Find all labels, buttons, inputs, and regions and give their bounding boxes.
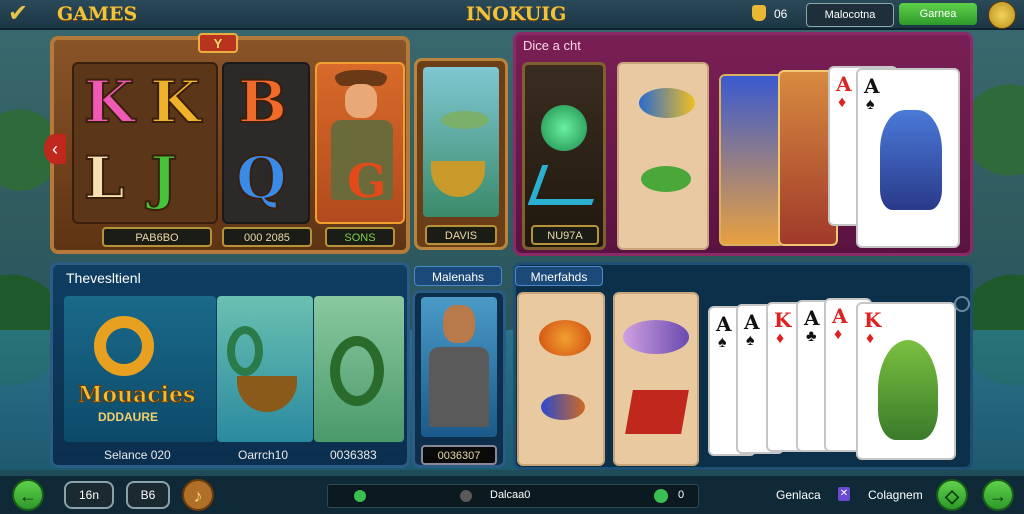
letter-reel-2: B Q <box>222 62 310 224</box>
slider-dot-left <box>354 490 366 502</box>
spade-icon: ♠ <box>746 332 755 349</box>
fishing-tile[interactable]: DAVIS <box>414 58 508 250</box>
letter-k2: K <box>149 68 201 136</box>
diamond-icon: ♦ <box>838 94 847 111</box>
caption-3: 0036383 <box>330 448 377 462</box>
purple-fish-icon <box>623 320 689 354</box>
blue-panel-title: Thevesltienl <box>66 270 141 286</box>
fish-icon <box>441 111 489 129</box>
portrait-header: Malenahs <box>414 266 502 286</box>
small-fish-icon <box>541 394 585 420</box>
card-rank: K <box>774 308 792 332</box>
deck-header: Mnerfahds <box>515 266 603 286</box>
coin-icon <box>752 5 766 21</box>
explorer-character-tile: G <box>315 62 405 224</box>
serpent-tile <box>314 296 404 442</box>
gem-icon <box>541 105 587 151</box>
orange-fish-icon <box>539 320 591 356</box>
progress-bar[interactable]: Dalcaa0 0 <box>327 484 699 508</box>
bottom-text-right[interactable]: Colagnem <box>868 488 923 502</box>
card-rank: A <box>832 304 848 328</box>
panel-badge: Y <box>198 33 238 53</box>
card-rank: A <box>864 74 880 98</box>
basket-icon <box>237 376 297 412</box>
fish-tile-beige <box>617 62 709 250</box>
letter-g-icon: G <box>347 154 387 208</box>
caption-2: Oarrch10 <box>238 448 289 462</box>
gold-coin-button[interactable]: ♪ <box>182 479 214 511</box>
diamond-icon: ♦ <box>866 330 875 347</box>
bottom-button-1[interactable]: 16n <box>64 481 114 509</box>
playing-card[interactable]: A ♠ <box>856 68 960 248</box>
slider-label: Dalcaa0 <box>490 489 531 501</box>
serpent-icon <box>330 336 384 406</box>
letter-q: Q <box>235 144 288 212</box>
card-rank: A <box>716 312 732 336</box>
diamond-icon: ♦ <box>834 326 843 343</box>
top-bar: ✔ GAMES INOKUIG 06 Malocotna Garnea <box>0 0 1024 30</box>
card-rank: A <box>744 310 760 334</box>
arrow-icon <box>527 165 607 205</box>
games-title[interactable]: GAMES <box>57 3 137 25</box>
spade-icon: ♠ <box>718 334 727 351</box>
back-arrow-icon[interactable]: ← <box>12 479 44 511</box>
fish-card <box>719 74 785 246</box>
forward-arrow-icon[interactable]: → <box>982 479 1014 511</box>
coin-count: 06 <box>774 7 788 21</box>
fish-tile-1 <box>517 292 605 466</box>
close-icon[interactable]: ✕ <box>838 487 850 501</box>
body-icon <box>429 347 489 427</box>
snake-icon <box>227 326 263 376</box>
card-rank: K <box>864 308 882 332</box>
emerald-tile: NU97A <box>522 62 607 250</box>
plate-3: SONS <box>325 227 395 247</box>
chevron-left-icon[interactable]: ‹ <box>44 134 66 164</box>
letter-k1: K <box>83 68 135 136</box>
face-icon <box>345 84 377 118</box>
letter-j: J <box>149 144 178 212</box>
settings-dot-icon[interactable] <box>954 296 970 312</box>
slider-value: 0 <box>678 489 685 501</box>
plate-2: 000 2085 <box>222 227 312 247</box>
plate-emerald: NU97A <box>531 225 599 245</box>
logo-subtext: DDDAURE <box>98 410 158 424</box>
ring-icon <box>94 316 154 376</box>
boat-tile <box>217 296 313 442</box>
slider-dot-right <box>654 489 668 503</box>
purple-panel-title: Dice a cht <box>523 38 581 53</box>
letter-reel: K K L J <box>72 62 218 224</box>
caption-1: Selance 020 <box>104 448 171 462</box>
diamond-icon: ♦ <box>776 330 785 347</box>
card-rank: A <box>836 72 852 96</box>
face-icon <box>443 305 475 343</box>
spade-icon: ♠ <box>866 96 875 113</box>
card-rank: A <box>804 306 820 330</box>
app-title: INOKUIG <box>466 3 567 25</box>
logo-text: Mouacies <box>77 382 196 409</box>
fish-art-icon <box>878 340 938 440</box>
bottom-button-2[interactable]: B6 <box>126 481 170 509</box>
plate-fishing: DAVIS <box>425 225 497 245</box>
avatar[interactable] <box>988 1 1016 29</box>
diamond-nav-icon[interactable]: ◇ <box>936 479 968 511</box>
green-fish-icon <box>641 166 691 192</box>
fish-art-icon <box>880 110 942 210</box>
slider-handle[interactable] <box>460 490 472 502</box>
hand-card-6[interactable]: K ♦ <box>856 302 956 460</box>
checkmark-icon[interactable]: ✔ <box>8 2 42 26</box>
logo-tile: Mouacies DDDAURE <box>64 296 216 442</box>
club-icon: ♣ <box>806 328 817 345</box>
bottom-text-left[interactable]: Genlaca <box>776 488 821 502</box>
plate-1: PAB6BO <box>102 227 212 247</box>
fish-tile-2 <box>613 292 699 466</box>
play-button[interactable]: Garnea <box>899 3 977 25</box>
account-button[interactable]: Malocotna <box>806 3 894 27</box>
letter-l: L <box>83 144 126 212</box>
fisherman-tile[interactable]: 0036307 <box>412 290 506 468</box>
blue-fish-icon <box>639 88 695 118</box>
plate-portrait: 0036307 <box>421 445 497 465</box>
flag-icon <box>625 390 689 434</box>
letter-b: B <box>237 68 288 136</box>
